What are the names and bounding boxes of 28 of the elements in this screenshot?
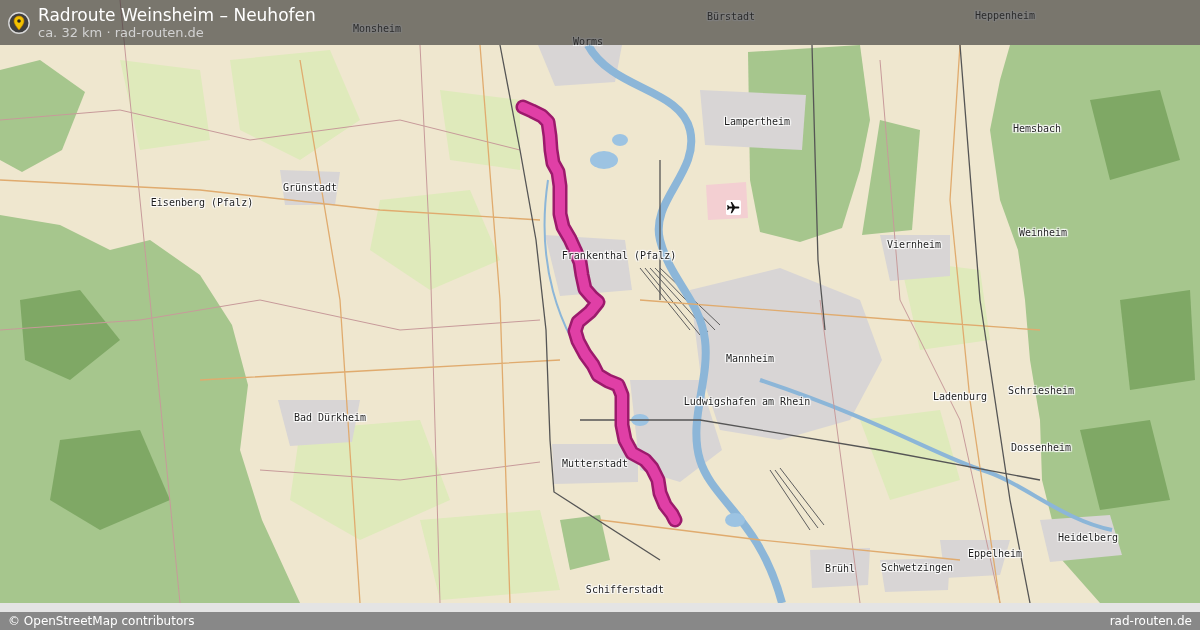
place-label: Hemsbach [1012, 123, 1062, 135]
place-label: Weinheim [1018, 227, 1068, 239]
place-label: Ludwigshafen am Rhein [683, 396, 811, 408]
map-pin-icon [8, 11, 30, 34]
place-label: Schriesheim [1007, 385, 1075, 397]
place-label: Eppelheim [967, 548, 1023, 560]
place-label: Monsheim [352, 23, 402, 35]
place-label: Schifferstadt [585, 584, 665, 596]
place-label: Lampertheim [723, 116, 791, 128]
place-label: Mannheim [725, 353, 775, 365]
route-subtitle: ca. 32 km · rad-routen.de [38, 25, 205, 40]
place-label: Bad Dürkheim [293, 412, 367, 424]
place-label: Grünstadt [282, 182, 338, 194]
place-label: Ladenburg [932, 391, 988, 403]
attribution-text: © OpenStreetMap contributors [8, 613, 195, 630]
route-title: Radroute Weinsheim – Neuhofen [38, 5, 316, 25]
place-label: Worms [572, 36, 604, 48]
airplane-icon [726, 200, 741, 215]
place-label: Eisenberg (Pfalz) [150, 197, 254, 209]
place-label: Heidelberg [1057, 532, 1119, 544]
place-label: Mutterstadt [561, 458, 629, 470]
place-label: Viernheim [886, 239, 942, 251]
place-label: Heppenheim [974, 10, 1036, 22]
place-label: Schwetzingen [880, 562, 954, 574]
site-name: rad-routen.de [1109, 613, 1192, 630]
place-label: Bürstadt [706, 11, 756, 23]
place-label: Brühl [824, 563, 856, 575]
place-label: Dossenheim [1010, 442, 1072, 454]
